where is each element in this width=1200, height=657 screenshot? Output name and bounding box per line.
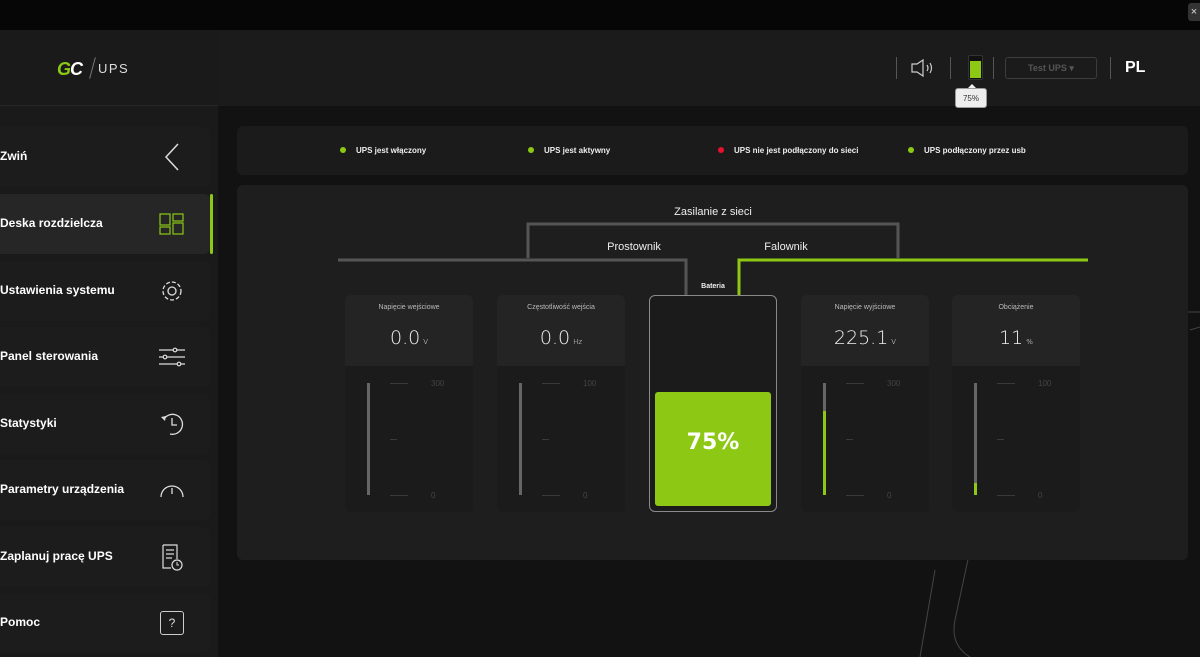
card-value: 0.0 V <box>389 327 428 349</box>
card-value: 11% <box>999 327 1033 349</box>
gauge-tick <box>846 439 853 440</box>
card-value: 0.0 Hz <box>539 327 583 349</box>
input-voltage-card: Napięcie wejściowe 0.0 V 300 0 <box>345 295 473 512</box>
rectifier-line <box>338 258 688 296</box>
gauge-max-label: 300 <box>887 379 901 388</box>
gauge-min-label: 0 <box>1038 491 1043 500</box>
input-frequency-card: Częstotliwość wejścia 0.0 Hz 100 0 <box>497 295 625 512</box>
gauge-fill <box>823 411 826 495</box>
rectifier-label: Prostownik <box>607 241 661 253</box>
gauge-tick <box>390 439 397 440</box>
gauge-fill <box>974 482 977 495</box>
gauge-min-label: 0 <box>431 491 436 500</box>
gauge-min-label: 0 <box>583 491 588 500</box>
card-title: Obciążenie <box>998 304 1034 311</box>
card-title: Napięcie wejściowe <box>378 304 440 311</box>
card-title: Napięcie wyjściowe <box>834 304 896 311</box>
load-card: Obciążenie 11% 100 0 <box>952 295 1080 512</box>
gauge-tick <box>997 439 1004 440</box>
card-unit: V <box>423 338 428 346</box>
gauge-max-label: 300 <box>431 379 445 388</box>
gauge-max-label: 100 <box>1038 379 1052 388</box>
gauge-tick <box>542 383 560 384</box>
gauge-tick <box>997 383 1015 384</box>
card-value: 225.1 V <box>833 327 897 349</box>
gauge-tick <box>390 495 408 496</box>
mains-label: Zasilanie z sieci <box>674 206 752 218</box>
inverter-label: Falownik <box>764 241 808 253</box>
gauge-max-label: 100 <box>583 379 597 388</box>
gauge-tick <box>846 495 864 496</box>
battery-percentage: 75% <box>686 429 740 455</box>
battery-label: Bateria <box>701 283 725 290</box>
gauge-tick <box>846 383 864 384</box>
card-unit: Hz <box>573 338 583 346</box>
gauge-tick <box>997 495 1015 496</box>
gauge-track <box>367 383 370 495</box>
card-unit: V <box>891 338 897 346</box>
battery-fill: 75% <box>655 391 771 506</box>
gauge-track <box>974 383 977 495</box>
gauge-tick <box>542 495 560 496</box>
battery-card: 75% <box>649 295 777 512</box>
gauge-track <box>823 383 826 495</box>
gauge-tick <box>542 439 549 440</box>
gauge-min-label: 0 <box>887 491 892 500</box>
mains-line <box>526 222 900 258</box>
card-unit: % <box>1026 338 1033 346</box>
gauge-track <box>519 383 522 495</box>
output-voltage-card: Napięcie wyjściowe 225.1 V 300 0 <box>801 295 929 512</box>
card-title: Częstotliwość wejścia <box>527 304 595 311</box>
gauge-tick <box>390 383 408 384</box>
inverter-line <box>737 258 1088 296</box>
